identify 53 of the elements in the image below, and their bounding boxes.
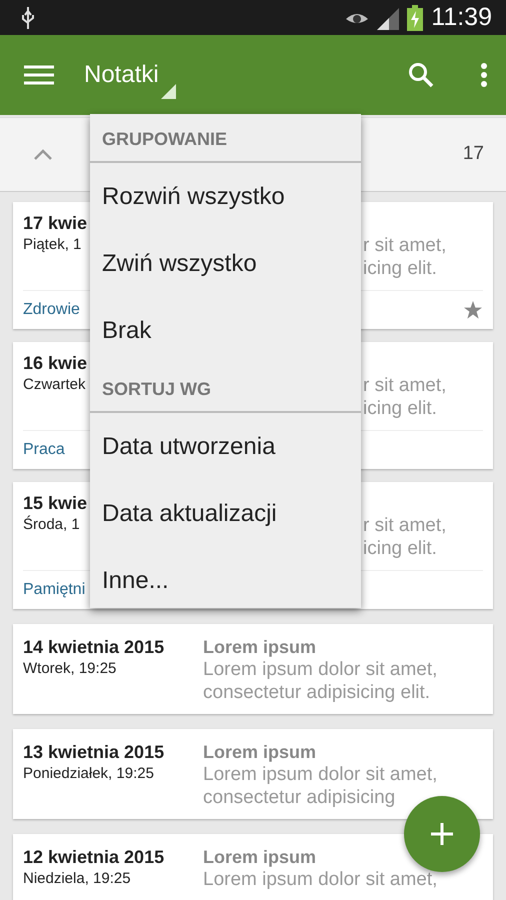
note-card[interactable]: 14 kwietnia 2015 Wtorek, 19:25 Lorem ipsum Lorem ipsum dolor sit amet, consectetur adipisicing elit.: [13, 624, 493, 714]
clock-time: 11:39: [431, 2, 492, 33]
note-text: Lorem ipsum dolor sit amet,: [203, 658, 438, 681]
menu-section-header: SORTUJ WG: [90, 364, 361, 413]
note-card[interactable]: 13 kwietnia 2015 Poniedziałek, 19:25 Lorem ipsum Lorem ipsum dolor sit amet, consectetur adipisicing: [13, 729, 493, 819]
more-options-icon[interactable]: [480, 62, 488, 88]
note-date: 14 kwietnia 2015: [23, 636, 166, 658]
note-text: icing elit.: [363, 537, 438, 560]
note-tag[interactable]: Praca: [23, 438, 65, 462]
note-card[interactable]: 12 kwietnia 2015 Niedziela, 19:25 Lorem ipsum Lorem ipsum dolor sit amet,: [13, 834, 493, 900]
note-date: 17 kwie: [23, 212, 88, 234]
menu-item[interactable]: Data aktualizacji: [90, 480, 361, 547]
note-text: Lorem ipsum dolor sit amet,: [203, 763, 438, 786]
note-time: Poniedziałek, 19:25: [23, 764, 155, 784]
menu-item[interactable]: Rozwiń wszystko: [90, 163, 361, 230]
note-text: r sit amet,: [363, 374, 446, 397]
menu-icon[interactable]: [24, 65, 54, 85]
search-icon[interactable]: [408, 62, 434, 88]
note-text: icing elit.: [363, 257, 438, 280]
note-text: consectetur adipisicing: [203, 786, 396, 809]
battery-icon: [407, 4, 424, 30]
plus-icon: [431, 823, 453, 845]
app-title[interactable]: Notatki: [84, 57, 159, 93]
note-title: Lorem ipsum: [203, 741, 318, 763]
note-text: consectetur adipisicing elit.: [203, 681, 432, 704]
note-date: 16 kwie: [23, 352, 88, 374]
note-time: Niedziela, 19:25: [23, 869, 132, 889]
dropdown-triangle-icon[interactable]: [160, 84, 176, 98]
note-text: Lorem ipsum dolor sit amet,: [203, 868, 438, 891]
menu-item[interactable]: Brak: [90, 297, 361, 364]
signal-icon: [377, 6, 400, 30]
note-text: icing elit.: [363, 397, 438, 420]
note-tag[interactable]: Zdrowie: [23, 298, 80, 322]
note-title: Lorem ipsum: [203, 636, 318, 658]
note-text: r sit amet,: [363, 234, 446, 257]
note-title: Lorem ipsum: [203, 846, 318, 868]
note-time: Środa, 1: [23, 514, 81, 535]
note-date: 12 kwietnia 2015: [23, 846, 166, 868]
note-date: 13 kwietnia 2015: [23, 741, 166, 763]
note-time: Wtorek, 19:25: [23, 659, 118, 679]
menu-item[interactable]: Inne...: [90, 547, 361, 614]
note-time: Piątek, 1: [23, 235, 82, 255]
note-count: 17: [462, 142, 484, 166]
chevron-icon[interactable]: [34, 149, 52, 160]
usb-icon: [20, 6, 36, 30]
note-tag[interactable]: Pamiętni: [23, 578, 86, 602]
menu-section-header: GRUPOWANIE: [90, 114, 361, 163]
note-time: Czwartek: [23, 375, 87, 395]
note-date: 15 kwie: [23, 492, 88, 514]
menu-item[interactable]: Data utworzenia: [90, 413, 361, 480]
menu-item[interactable]: Zwiń wszystko: [90, 230, 361, 297]
note-text: r sit amet,: [363, 514, 446, 537]
star-icon[interactable]: [463, 300, 483, 320]
